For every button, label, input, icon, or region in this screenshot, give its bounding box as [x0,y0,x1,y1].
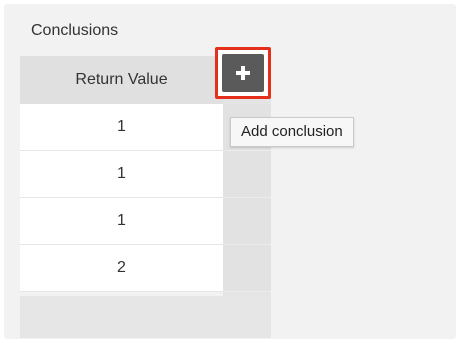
table-row[interactable]: 1 [20,198,223,245]
table-footer [20,296,271,338]
row-action-cell [223,245,271,292]
row-action-cell [223,198,271,245]
table-row[interactable]: 2 [20,245,223,292]
row-action-cell [223,151,271,198]
table-row[interactable]: 1 [20,104,223,151]
add-conclusion-tooltip: Add conclusion [230,117,354,147]
section-title: Conclusions [31,22,119,39]
add-conclusion-button[interactable] [222,54,264,92]
add-button-highlight [215,47,271,99]
column-header-return-value: Return Value [20,56,223,104]
plus-icon [236,66,250,80]
table-row[interactable]: 1 [20,151,223,198]
